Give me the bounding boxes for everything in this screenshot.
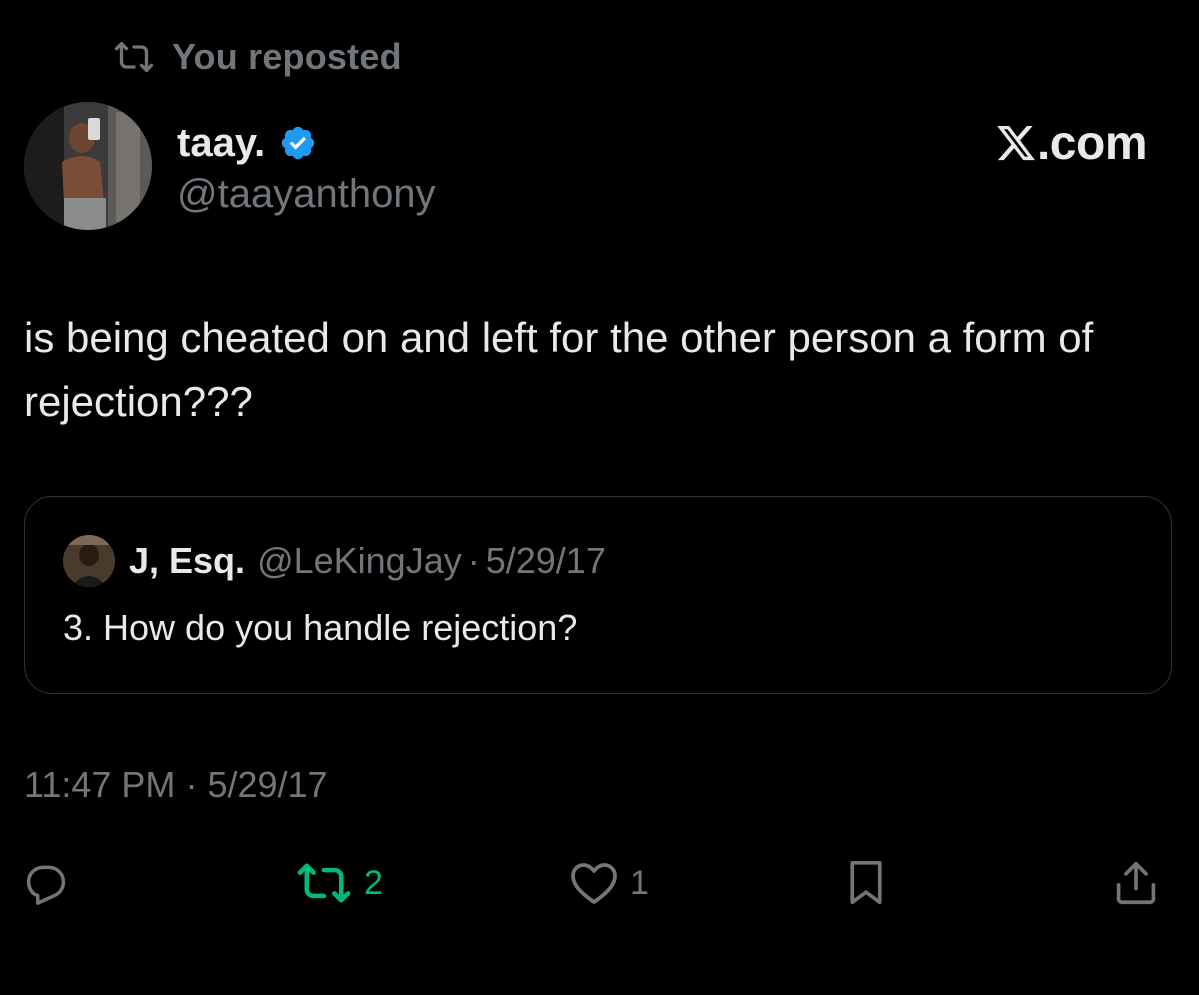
quoted-author-name[interactable]: J, Esq. [129,540,245,582]
author-name-row[interactable]: taay. [177,118,317,168]
repost-icon [296,861,352,905]
repost-count: 2 [364,863,383,902]
tweet-text: is being cheated on and left for the oth… [24,314,1094,425]
quoted-tweet-header: J, Esq. @LeKingJay · 5/29/17 [63,535,606,587]
tweet-timestamp[interactable]: 11:47 PM · 5/29/17 [24,764,328,806]
x-logo-icon [995,122,1037,164]
bookmark-button[interactable] [844,858,888,908]
action-bar: 2 1 [0,848,1199,918]
timestamp-separator: · [185,764,198,805]
logo-text: .com [1036,116,1148,170]
verified-badge-icon [279,124,317,162]
like-count: 1 [630,863,649,902]
quoted-separator: · [467,540,480,581]
quoted-tweet-text: 3. How do you handle rejection? [63,607,578,648]
heart-icon [570,861,618,905]
author-handle[interactable]: @taayanthony [177,172,436,217]
tweet-time: 11:47 PM [24,764,176,805]
repost-label: You reposted [172,36,402,77]
share-button[interactable] [1114,858,1158,908]
tweet-date: 5/29/17 [207,764,328,805]
reply-button[interactable] [24,858,80,908]
share-icon [1114,859,1158,907]
quoted-date[interactable]: 5/29/17 [486,540,606,582]
quoted-author-handle[interactable]: @LeKingJay [257,540,462,582]
reply-icon [24,861,68,905]
bookmark-icon [844,859,888,907]
repost-icon [114,40,154,74]
avatar[interactable] [24,102,152,230]
quoted-avatar[interactable] [63,535,115,587]
repost-button[interactable]: 2 [296,858,383,908]
x-com-watermark: .com [995,113,1148,173]
like-button[interactable]: 1 [570,858,649,908]
repost-banner: You reposted [114,34,402,80]
quoted-tweet-card[interactable]: J, Esq. @LeKingJay · 5/29/17 3. How do y… [24,496,1172,694]
author-name[interactable]: taay. [177,121,265,166]
